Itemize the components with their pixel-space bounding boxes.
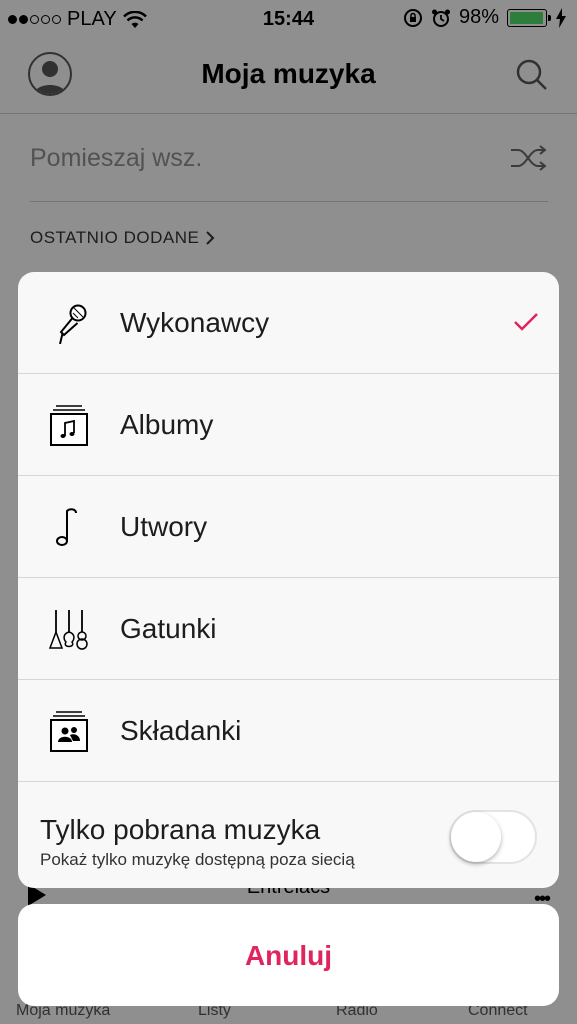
sheet-item-compilations[interactable]: Składanki — [18, 680, 559, 782]
sheet-item-label: Składanki — [120, 715, 242, 746]
sheet-item-genres[interactable]: Gatunki — [18, 578, 559, 680]
sheet-item-label: Albumy — [120, 409, 214, 440]
sheet-item-label: Utwory — [120, 511, 208, 542]
cancel-button[interactable]: Anuluj — [18, 904, 559, 1006]
offline-music-subtitle: Pokaż tylko muzykę dostępną poza siecią — [40, 850, 355, 869]
guitars-icon — [48, 610, 88, 650]
offline-music-title: Tylko pobrana muzyka — [40, 814, 321, 845]
sheet-item-albums[interactable]: Albumy — [18, 374, 559, 476]
sheet-item-artists[interactable]: Wykonawcy — [18, 272, 559, 374]
music-note-icon — [56, 508, 77, 546]
sheet-item-songs[interactable]: Utwory — [18, 476, 559, 578]
library-view-sheet: Wykonawcy Albumy Utwory Gatunki Składank… — [18, 272, 559, 888]
album-stack-icon — [50, 405, 88, 446]
toggle-knob — [451, 812, 501, 862]
offline-music-toggle[interactable] — [449, 810, 537, 864]
compilation-icon — [50, 711, 88, 752]
cancel-label: Anuluj — [244, 940, 333, 971]
sheet-item-label: Gatunki — [120, 613, 217, 644]
microphone-icon — [59, 304, 87, 344]
sheet-item-label: Wykonawcy — [120, 307, 270, 338]
checkmark-icon — [514, 313, 538, 331]
offline-music-row: Tylko pobrana muzyka Pokaż tylko muzykę … — [18, 786, 559, 888]
